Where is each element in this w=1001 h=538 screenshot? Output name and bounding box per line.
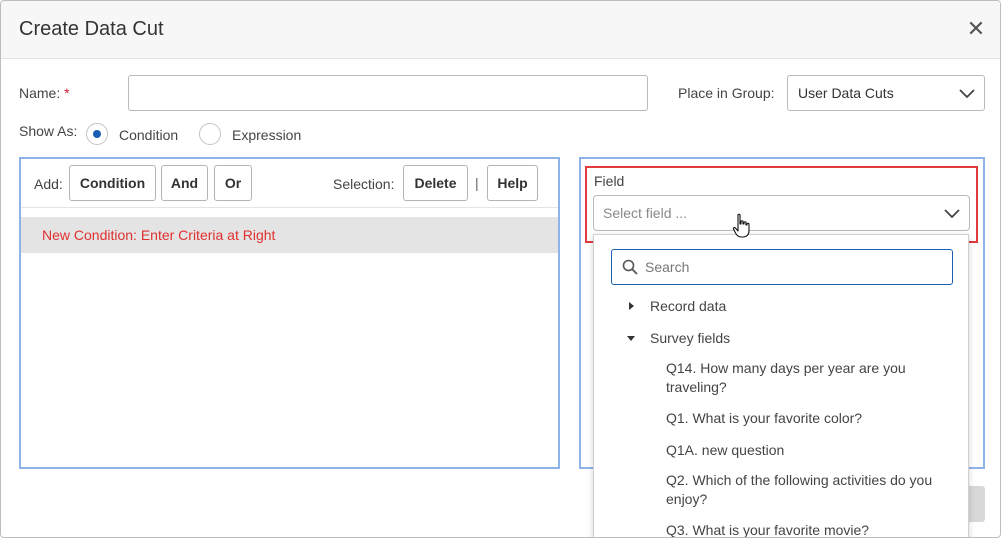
hand-pointer-icon: [732, 213, 750, 238]
name-input[interactable]: [128, 75, 648, 111]
add-and-button[interactable]: And: [161, 165, 208, 201]
search-placeholder: Search: [645, 259, 690, 275]
close-icon[interactable]: ✕: [966, 18, 986, 40]
selection-label: Selection:: [333, 176, 395, 192]
add-label: Add:: [34, 176, 63, 192]
new-condition-row[interactable]: New Condition: Enter Criteria at Right: [21, 217, 558, 253]
new-condition-text: New Condition: Enter Criteria at Right: [42, 227, 276, 243]
help-button[interactable]: Help: [487, 165, 538, 201]
dialog-header: Create Data Cut ✕: [1, 1, 1000, 59]
name-label-text: Name:: [19, 85, 61, 101]
show-as-label: Show As:: [19, 123, 78, 139]
condition-radio-label: Condition: [119, 127, 179, 143]
condition-builder-panel: Add: Condition And Or Selection: Delete …: [19, 157, 560, 469]
list-item-q3[interactable]: Q3. What is your favorite movie?: [666, 521, 946, 537]
place-in-group-value: User Data Cuts: [798, 85, 894, 101]
list-item-q14[interactable]: Q14. How many days per year are you trav…: [666, 359, 946, 397]
field-search-input[interactable]: Search: [611, 249, 953, 285]
place-in-group-label: Place in Group:: [678, 85, 775, 101]
chevron-down-icon: [959, 89, 975, 99]
add-condition-button[interactable]: Condition: [69, 165, 156, 201]
dialog-title: Create Data Cut: [19, 18, 164, 40]
tree-item-record-data[interactable]: Record data: [650, 298, 726, 314]
chevron-down-icon: [944, 209, 960, 219]
delete-button[interactable]: Delete: [403, 165, 468, 201]
list-item-q1[interactable]: Q1. What is your favorite color?: [666, 409, 946, 428]
caret-down-icon[interactable]: [627, 336, 635, 341]
field-dropdown: Search Record data Survey fields Q14. Ho…: [593, 234, 969, 537]
name-label: Name: *: [19, 85, 70, 101]
caret-right-icon[interactable]: [629, 302, 634, 310]
condition-radio[interactable]: [86, 123, 108, 145]
field-label: Field: [594, 173, 625, 189]
tree-item-survey-fields[interactable]: Survey fields: [650, 330, 730, 346]
toolbar-separator: |: [475, 175, 479, 191]
expression-radio-label: Expression: [232, 127, 302, 143]
expression-radio[interactable]: [199, 123, 221, 145]
list-item-q1a[interactable]: Q1A. new question: [666, 441, 946, 460]
required-mark: *: [64, 85, 70, 101]
list-item-q2[interactable]: Q2. Which of the following activities do…: [666, 471, 946, 509]
add-or-button[interactable]: Or: [214, 165, 252, 201]
toolbar-divider: [21, 207, 558, 208]
search-icon: [622, 259, 638, 275]
field-select-placeholder: Select field ...: [603, 205, 688, 221]
field-select[interactable]: Select field ...: [593, 195, 970, 231]
place-in-group-select[interactable]: User Data Cuts: [787, 75, 985, 111]
create-data-cut-dialog: Create Data Cut ✕ Name: * Place in Group…: [0, 0, 1001, 538]
